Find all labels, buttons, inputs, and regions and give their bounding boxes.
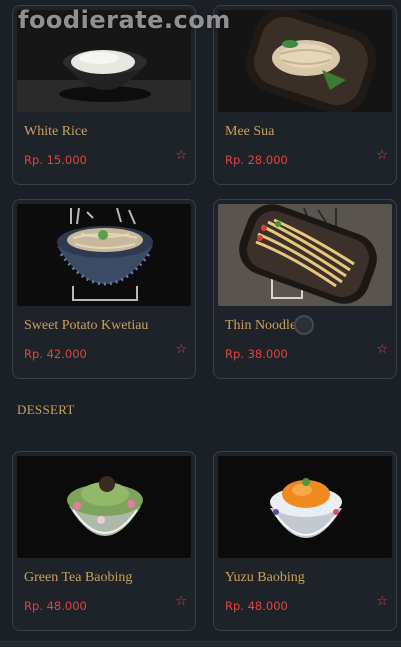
- dish-price: Rp. 15.000: [24, 153, 87, 167]
- dish-name: Thin Noodle: [225, 318, 297, 333]
- dish-price: Rp. 48.000: [225, 599, 288, 613]
- star-outline-icon[interactable]: ☆: [376, 149, 388, 162]
- dish-price: Rp. 42.000: [24, 347, 87, 361]
- star-outline-icon[interactable]: ☆: [376, 343, 388, 356]
- bottom-bar: [0, 641, 401, 647]
- dish-price: Rp. 28.000: [225, 153, 288, 167]
- star-outline-icon[interactable]: ☆: [175, 149, 187, 162]
- section-title: DESSERT: [17, 402, 75, 417]
- dish-price: Rp. 48.000: [24, 599, 87, 613]
- menu-item-card[interactable]: Sweet Potato Kwetiau Rp. 42.000 ☆: [12, 199, 196, 379]
- watermark: foodierate.com: [18, 6, 231, 34]
- dish-name: Green Tea Baobing: [24, 570, 133, 585]
- touch-indicator: [294, 315, 314, 335]
- dish-image: [17, 204, 191, 306]
- menu-item-card[interactable]: Thin Noodle Rp. 38.000 ☆: [213, 199, 397, 379]
- dish-name: Sweet Potato Kwetiau: [24, 318, 149, 333]
- dish-name: Yuzu Baobing: [225, 570, 305, 585]
- menu-item-card[interactable]: Green Tea Baobing Rp. 48.000 ☆: [12, 451, 196, 631]
- dish-name: White Rice: [24, 124, 88, 139]
- dish-price: Rp. 38.000: [225, 347, 288, 361]
- dish-image: [218, 10, 392, 112]
- dish-image: [17, 456, 191, 558]
- dish-image: [218, 204, 392, 306]
- menu-item-card[interactable]: Yuzu Baobing Rp. 48.000 ☆: [213, 451, 397, 631]
- dish-name: Mee Sua: [225, 124, 275, 139]
- star-outline-icon[interactable]: ☆: [175, 343, 187, 356]
- star-outline-icon[interactable]: ☆: [376, 595, 388, 608]
- menu-item-card[interactable]: Mee Sua Rp. 28.000 ☆: [213, 5, 397, 185]
- star-outline-icon[interactable]: ☆: [175, 595, 187, 608]
- dish-image: [218, 456, 392, 558]
